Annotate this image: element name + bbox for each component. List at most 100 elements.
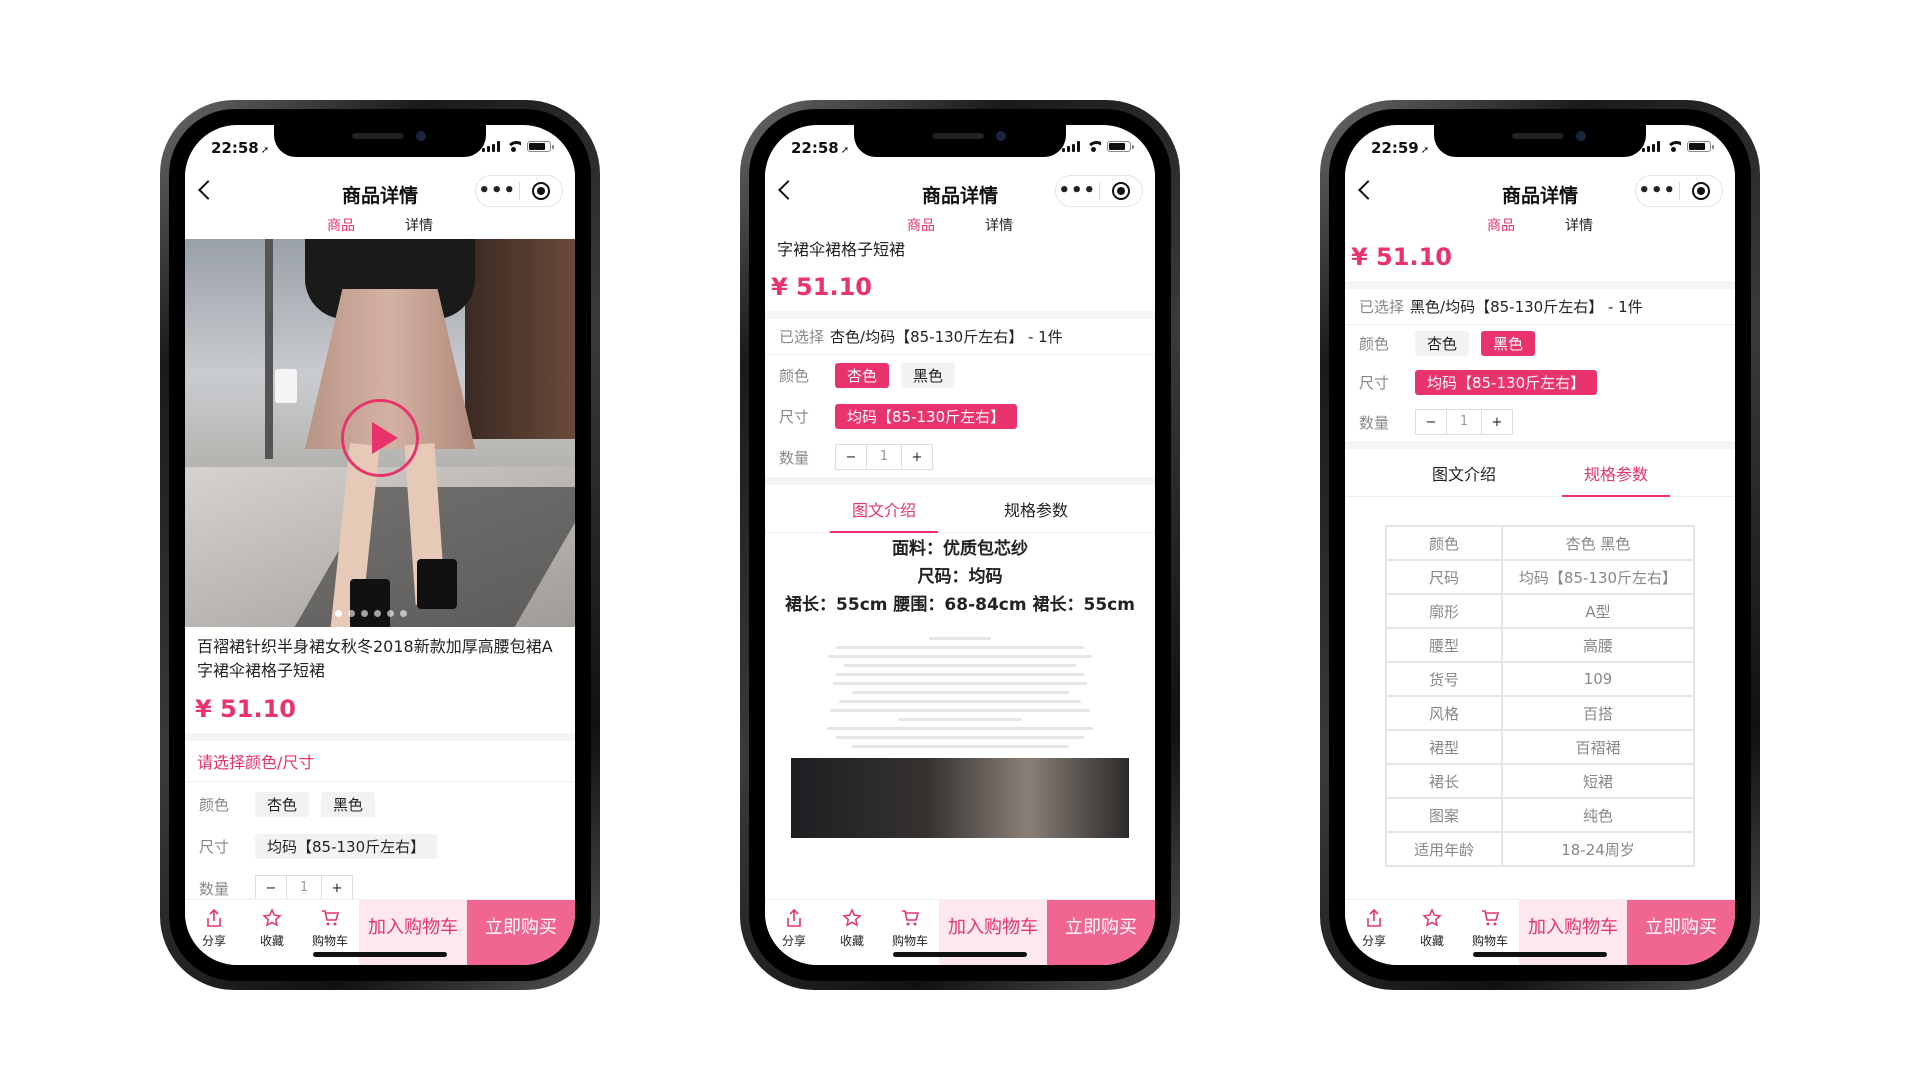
- quantity-stepper[interactable]: −1 +: [255, 875, 353, 901]
- screen-3: 22:59 ➚ 商品详情 ••• 商品 详情 ¥ 51.10 已选择 黑色/均码【…: [1345, 125, 1735, 965]
- favorite-button[interactable]: 收藏: [1403, 900, 1461, 965]
- size-row: 尺寸 均码【85-130斤左右】: [1345, 361, 1735, 403]
- battery-icon: [527, 141, 554, 152]
- size-option[interactable]: 均码【85-130斤左右】: [255, 833, 438, 859]
- color-option-apricot[interactable]: 杏色: [1415, 330, 1470, 356]
- plus-button[interactable]: +: [902, 450, 932, 465]
- selected-label: 已选择: [779, 328, 825, 346]
- plus-button[interactable]: +: [322, 881, 352, 896]
- qty-label: 数量: [199, 879, 230, 898]
- color-option-black[interactable]: 黑色: [1481, 330, 1536, 356]
- qty-value[interactable]: 1: [286, 876, 322, 900]
- tab-detail[interactable]: 详情: [405, 215, 433, 239]
- selected-row[interactable]: 已选择 黑色/均码【85-130斤左右】 - 1件: [1345, 289, 1735, 325]
- quantity-stepper[interactable]: −1 +: [835, 444, 933, 470]
- tab-detail[interactable]: 详情: [985, 215, 1013, 239]
- location-icon: ➚: [260, 145, 270, 156]
- table-row: 裙型 百褶裙: [1385, 729, 1695, 765]
- wifi-icon: [1666, 141, 1681, 152]
- buy-now-button[interactable]: 立即购买: [1047, 900, 1155, 965]
- notch: [1434, 125, 1646, 157]
- tab-product[interactable]: 商品: [1487, 215, 1515, 239]
- home-indicator[interactable]: [1473, 952, 1607, 957]
- spec-value: 均码【85-130斤左右】: [1501, 559, 1695, 595]
- size-option[interactable]: 均码【85-130斤左右】: [835, 403, 1018, 429]
- color-row: 颜色 杏色 黑色: [185, 784, 575, 824]
- mini-program-capsule: •••: [1055, 175, 1143, 207]
- plus-button[interactable]: +: [1482, 415, 1512, 430]
- carousel-dots: [335, 610, 407, 617]
- price: ¥ 51.10: [771, 273, 872, 301]
- phone-3: 22:59 ➚ 商品详情 ••• 商品 详情 ¥ 51.10 已选择 黑色/均码【…: [1320, 100, 1760, 990]
- choose-prompt[interactable]: 请选择颜色/尺寸: [185, 741, 575, 782]
- tab-product[interactable]: 商品: [327, 215, 355, 239]
- share-icon: [207, 908, 221, 927]
- table-row: 图案 纯色: [1385, 797, 1695, 833]
- home-indicator[interactable]: [313, 952, 447, 957]
- content: 百褶裙针织半身裙女秋冬2018新款加厚高腰包裙A字裙伞裙格子短裙 ¥ 51.10…: [185, 239, 575, 965]
- spec-key: 货号: [1385, 661, 1503, 697]
- color-label: 颜色: [199, 795, 230, 814]
- color-option-apricot[interactable]: 杏色: [255, 791, 310, 817]
- favorite-label: 收藏: [839, 934, 864, 948]
- spec-key: 颜色: [1385, 525, 1503, 561]
- price: ¥ 51.10: [195, 695, 296, 723]
- quantity-stepper[interactable]: −1 +: [1415, 409, 1513, 435]
- buy-now-button[interactable]: 立即购买: [467, 900, 575, 965]
- minus-button[interactable]: −: [256, 881, 286, 896]
- close-target-icon[interactable]: [1680, 182, 1723, 200]
- share-button[interactable]: 分享: [1345, 900, 1403, 965]
- qty-value[interactable]: 1: [866, 445, 902, 469]
- minus-button[interactable]: −: [836, 450, 866, 465]
- spec-key: 尺码: [1385, 559, 1503, 595]
- section-tabs: 图文介绍 规格参数: [1345, 449, 1735, 497]
- content: 字裙伞裙格子短裙 ¥ 51.10 已选择 杏色/均码【85-130斤左右】 - …: [765, 239, 1155, 965]
- minus-button[interactable]: −: [1416, 415, 1446, 430]
- share-button[interactable]: 分享: [185, 900, 243, 965]
- size-option[interactable]: 均码【85-130斤左右】: [1415, 369, 1598, 395]
- product-photo[interactable]: [185, 239, 575, 627]
- more-icon[interactable]: •••: [1636, 182, 1679, 200]
- play-video-icon[interactable]: [341, 399, 419, 477]
- phone-bezel: 22:58 ➚ 商品详情 ••• 商品 详情 百褶裙针织半身裙女秋冬2018新款…: [169, 109, 591, 981]
- spec-key: 裙长: [1385, 763, 1503, 799]
- close-target-icon[interactable]: [1100, 182, 1143, 200]
- close-target-icon[interactable]: [520, 182, 563, 200]
- more-icon[interactable]: •••: [476, 182, 519, 200]
- qty-value[interactable]: 1: [1446, 410, 1482, 434]
- selected-value: 杏色/均码【85-130斤左右】 - 1件: [830, 328, 1063, 346]
- tab-spec-params[interactable]: 规格参数: [982, 487, 1090, 531]
- qty-label: 数量: [1359, 413, 1390, 432]
- selected-row[interactable]: 已选择 杏色/均码【85-130斤左右】 - 1件: [765, 319, 1155, 355]
- fine-print: [765, 619, 1155, 748]
- home-indicator[interactable]: [893, 952, 1027, 957]
- color-option-apricot[interactable]: 杏色: [835, 362, 890, 388]
- tab-detail[interactable]: 详情: [1565, 215, 1593, 239]
- qty-row: 数量 −1 +: [1345, 403, 1735, 441]
- buy-now-button[interactable]: 立即购买: [1627, 900, 1735, 965]
- cart-icon: [1482, 910, 1500, 926]
- favorite-button[interactable]: 收藏: [823, 900, 881, 965]
- top-tabs: 商品 详情: [1345, 215, 1735, 239]
- tab-product[interactable]: 商品: [907, 215, 935, 239]
- size-line: 尺码：均码: [917, 567, 1003, 587]
- location-icon: ➚: [840, 145, 850, 156]
- tab-graphic-intro[interactable]: 图文介绍: [1410, 451, 1518, 495]
- more-icon[interactable]: •••: [1056, 182, 1099, 200]
- tab-spec-params[interactable]: 规格参数: [1562, 451, 1671, 497]
- color-row: 颜色 杏色 黑色: [765, 355, 1155, 395]
- size-label: 尺寸: [779, 407, 810, 426]
- size-row: 尺寸 均码【85-130斤左右】: [185, 824, 575, 868]
- phone-2: 22:58 ➚ 商品详情 ••• 商品 详情 字裙伞裙格子短裙 ¥ 51.10 已…: [740, 100, 1180, 990]
- phone-1: 22:58 ➚ 商品详情 ••• 商品 详情 百褶裙针织半身裙女秋冬2018新款…: [160, 100, 600, 990]
- screen-2: 22:58 ➚ 商品详情 ••• 商品 详情 字裙伞裙格子短裙 ¥ 51.10 已…: [765, 125, 1155, 965]
- favorite-label: 收藏: [259, 934, 284, 948]
- color-option-black[interactable]: 黑色: [321, 791, 376, 817]
- battery-icon: [1107, 141, 1134, 152]
- favorite-button[interactable]: 收藏: [243, 900, 301, 965]
- color-option-black[interactable]: 黑色: [901, 362, 956, 388]
- tab-graphic-intro[interactable]: 图文介绍: [829, 487, 939, 533]
- share-button[interactable]: 分享: [765, 900, 823, 965]
- spec-key: 适用年龄: [1385, 831, 1503, 867]
- product-name-tail: 字裙伞裙格子短裙: [777, 240, 906, 259]
